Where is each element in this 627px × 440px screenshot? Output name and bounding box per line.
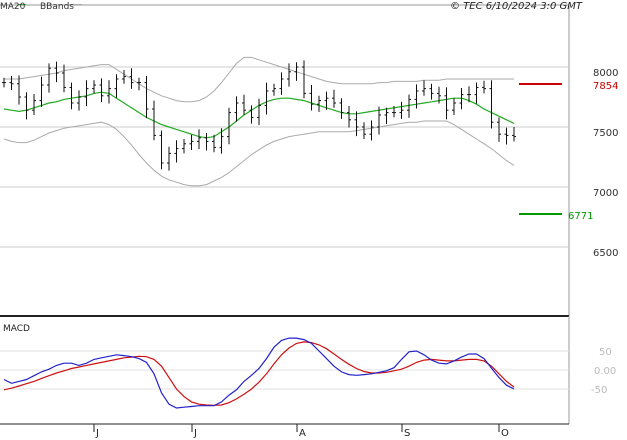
price-bar [99,78,104,103]
macd-panel: MACD 50 0.00 -50 [0,316,616,424]
price-bar [174,140,179,163]
price-bar [107,80,111,104]
x-axis: JJASO [0,423,569,439]
price-bar [9,76,14,91]
price-bar [294,62,299,81]
price-bar [444,87,449,120]
price-bar [182,139,186,154]
bbands-legend-label: BBands [40,2,74,12]
resistance-label: 7854 [593,81,618,92]
price-bar [339,98,344,119]
price-bar [249,105,254,124]
price-bar [512,127,516,142]
support-label: 6771 [568,211,593,222]
price-bar [474,82,479,104]
macd-title: MACD [3,324,30,334]
macd-ytick-label-minus50: -50 [591,385,607,396]
price-bar [17,75,21,105]
price-bar [47,63,51,93]
price-bar [77,90,81,111]
x-tick-label: A [299,428,306,439]
x-ticks-group: JJASO [93,424,509,439]
x-tick-label: S [404,428,410,439]
ytick-label-6500: 6500 [593,248,618,259]
price-bar [39,76,44,107]
stock-chart: 8000 7500 7000 6500 MA20 BBands © TEC 6/… [0,1,618,439]
price-bar [32,94,36,115]
price-bar [302,60,306,99]
price-bar [384,107,389,125]
price-bar [69,82,74,110]
price-bar [159,130,164,170]
bband-lower-line [3,120,515,187]
price-bar [197,129,201,150]
macd-series-group [3,337,515,409]
ytick-label-7000: 7000 [593,188,618,199]
x-tick-label: J [193,428,197,439]
price-bar [362,122,366,139]
price-bar [62,64,66,93]
price-bar [122,70,126,84]
price-bar [24,92,29,120]
price-bar [482,80,486,94]
price-bar [189,134,194,151]
price-bar [84,80,89,107]
price-bar [317,95,321,112]
price-bar [504,127,509,145]
price-bar [332,89,336,108]
price-bar [369,120,374,141]
price-bar [167,146,171,171]
ytick-label-7500: 7500 [593,128,618,139]
ytick-label-8000: 8000 [593,68,618,79]
price-bar [114,74,119,98]
price-bar [272,83,276,96]
price-bar [279,72,284,95]
macd-ytick-label-0: 0.00 [594,366,616,377]
ma20-legend-label: MA20 [0,2,26,12]
price-bar [242,94,246,115]
macd-line [3,337,515,409]
price-bar [54,61,59,83]
macd-ytick-label-50: 50 [599,347,612,358]
copyright-text: © TEC 6/10/2024 3:0 GMT [450,1,583,12]
price-bar [144,76,149,119]
price-bar [497,117,501,142]
price-bar [489,80,494,129]
price-bar [264,82,269,115]
price-bar [257,98,261,126]
price-bar [407,94,411,118]
price-panel: 8000 7500 7000 6500 MA20 BBands © TEC 6/… [0,1,618,316]
price-bar [452,98,456,115]
price-bar [399,101,404,119]
price-series-group [2,56,516,187]
x-tick-label: O [501,428,509,439]
price-bar [422,80,426,96]
price-bar [204,133,209,151]
price-bar [429,83,434,100]
price-bar [309,85,314,111]
bband-upper-line [4,56,514,103]
x-tick-label: J [95,428,99,439]
price-bar [92,80,96,94]
price-bar [354,111,359,137]
price-bar [234,96,239,122]
price-bar [347,106,351,128]
price-bar [137,77,141,91]
